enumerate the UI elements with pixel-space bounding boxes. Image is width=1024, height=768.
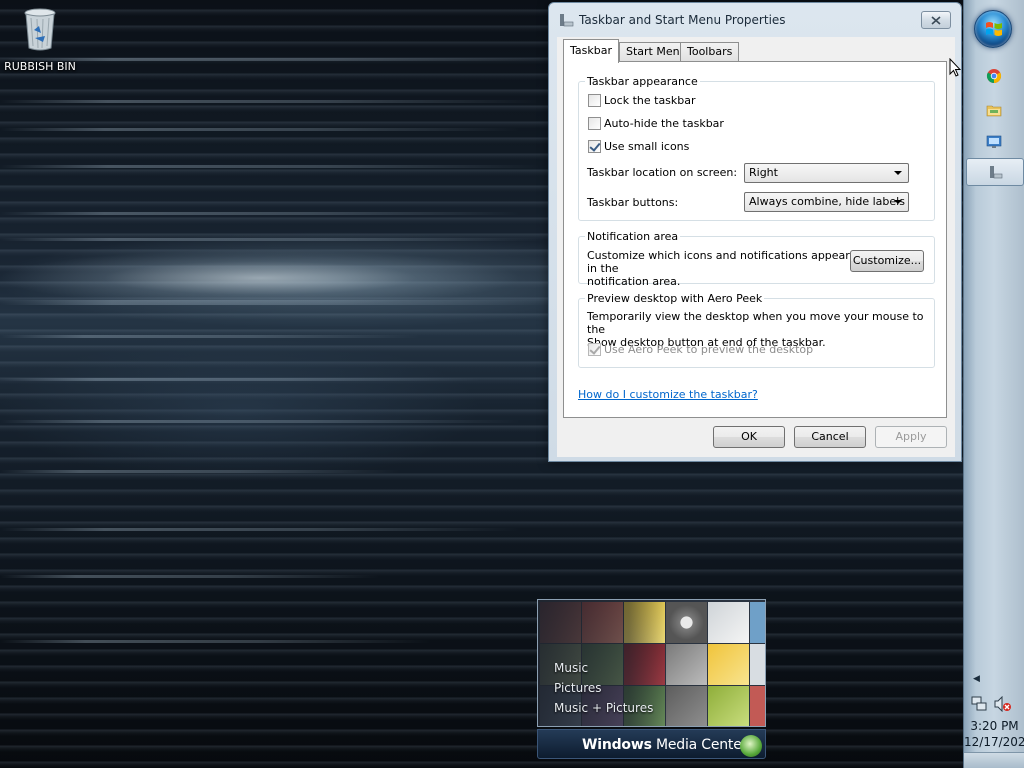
taskbar-properties-icon <box>990 166 1003 179</box>
apply-button[interactable]: Apply <box>875 426 947 448</box>
media-center-item-music[interactable]: Music <box>554 661 588 675</box>
taskbar-buttons-label: Taskbar buttons: <box>587 196 679 209</box>
media-center-logo-icon <box>740 735 762 757</box>
volume-muted-icon[interactable] <box>994 696 1012 712</box>
mouse-cursor-icon <box>949 58 961 77</box>
lock-taskbar-row[interactable]: Lock the taskbar <box>588 94 696 107</box>
close-button[interactable] <box>921 11 951 29</box>
start-button[interactable] <box>974 10 1012 48</box>
small-icons-row[interactable]: Use small icons <box>588 140 689 153</box>
notification-area-description: Customize which icons and notifications … <box>587 249 850 288</box>
taskbar-chrome-button[interactable] <box>972 62 1016 90</box>
small-icons-checkbox[interactable] <box>588 140 601 153</box>
customize-button[interactable]: Customize... <box>850 250 924 272</box>
cancel-button[interactable]: Cancel <box>794 426 866 448</box>
small-icons-label: Use small icons <box>604 140 690 153</box>
taskbar-remote-desktop-button[interactable] <box>972 128 1016 156</box>
dialog-client-area: Taskbar Start Menu Toolbars Taskbar appe… <box>557 37 955 457</box>
chevron-down-icon <box>894 200 902 204</box>
taskbar-tab-panel: Taskbar appearance Lock the taskbar Auto… <box>563 61 947 418</box>
autohide-checkbox[interactable] <box>588 117 601 130</box>
chrome-icon <box>986 69 1002 84</box>
tab-toolbars[interactable]: Toolbars <box>680 42 740 62</box>
taskbar-properties-button[interactable] <box>966 158 1024 186</box>
taskbar: ◀ 3:20 PM 12/17/2021 <box>963 0 1024 768</box>
taskbar-properties-dialog: Taskbar and Start Menu Properties Taskba… <box>548 2 962 462</box>
lock-taskbar-label: Lock the taskbar <box>604 94 696 107</box>
aero-peek-label: Use Aero Peek to preview the desktop <box>604 343 814 356</box>
media-center-item-pictures[interactable]: Pictures <box>554 681 602 695</box>
recycle-bin-shortcut[interactable]: RUBBISH BIN <box>2 8 78 73</box>
taskbar-properties-icon <box>560 14 574 27</box>
recycle-bin-label: RUBBISH BIN <box>4 60 76 73</box>
media-center-title: Windows Media Center <box>582 737 748 753</box>
windows-logo-icon <box>986 22 1002 36</box>
aero-peek-group: Preview desktop with Aero Peek Temporari… <box>578 292 935 368</box>
dialog-title: Taskbar and Start Menu Properties <box>579 13 786 27</box>
taskbar-buttons-select[interactable]: Always combine, hide labels <box>744 192 909 212</box>
clock-date: 12/17/2021 <box>964 735 1024 749</box>
taskbar-buttons-value: Always combine, hide labels <box>749 195 905 208</box>
aero-peek-checkbox <box>588 343 601 356</box>
explorer-folder-icon <box>986 105 1002 117</box>
remote-desktop-icon <box>986 135 1002 148</box>
taskbar-location-label: Taskbar location on screen: <box>587 166 738 179</box>
taskbar-location-select[interactable]: Right <box>744 163 909 183</box>
media-center-tiles: Music Pictures Music + Pictures <box>537 599 766 727</box>
show-hidden-icons-button[interactable]: ◀ <box>973 674 980 684</box>
dialog-titlebar[interactable]: Taskbar and Start Menu Properties <box>549 3 961 37</box>
taskbar-explorer-button[interactable] <box>972 96 1016 124</box>
clock-time: 3:20 PM <box>970 719 1019 733</box>
taskbar-appearance-group: Taskbar appearance Lock the taskbar Auto… <box>578 75 935 221</box>
ok-button[interactable]: OK <box>713 426 785 448</box>
autohide-row[interactable]: Auto-hide the taskbar <box>588 117 724 130</box>
media-center-launch-bar[interactable]: Windows Media Center <box>537 729 766 759</box>
taskbar-appearance-title: Taskbar appearance <box>585 75 700 88</box>
aero-peek-row: Use Aero Peek to preview the desktop <box>588 343 813 356</box>
autohide-label: Auto-hide the taskbar <box>604 117 724 130</box>
taskbar-location-value: Right <box>749 166 778 179</box>
media-center-gadget[interactable]: Music Pictures Music + Pictures Windows … <box>537 599 766 767</box>
recycle-bin-icon <box>24 8 56 51</box>
aero-peek-title: Preview desktop with Aero Peek <box>585 292 765 305</box>
close-icon <box>931 15 941 25</box>
show-desktop-button[interactable] <box>964 752 1024 768</box>
media-center-item-music-pictures[interactable]: Music + Pictures <box>554 701 653 715</box>
help-link[interactable]: How do I customize the taskbar? <box>578 388 758 401</box>
lock-taskbar-checkbox[interactable] <box>588 94 601 107</box>
taskbar-clock[interactable]: 3:20 PM 12/17/2021 <box>964 718 1024 750</box>
chevron-down-icon <box>894 171 902 175</box>
notification-area-title: Notification area <box>585 230 681 243</box>
tab-taskbar[interactable]: Taskbar <box>563 39 619 63</box>
network-icon[interactable] <box>971 696 987 712</box>
notification-area-group: Notification area Customize which icons … <box>578 230 935 288</box>
